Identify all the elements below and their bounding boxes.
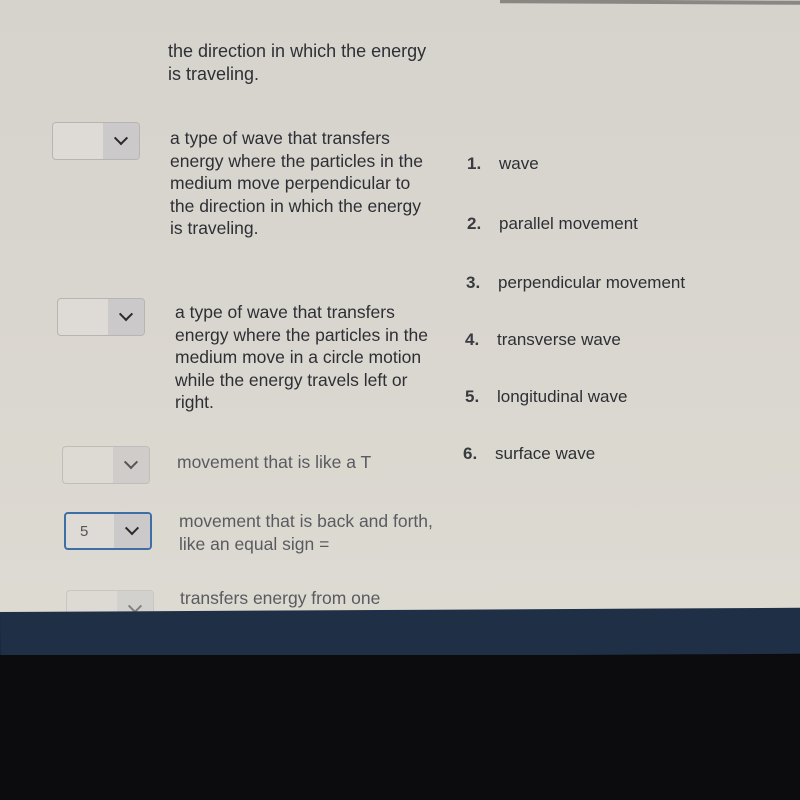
option-item: 3. perpendicular movement [466, 273, 686, 292]
match-select-4[interactable]: 5 [64, 512, 152, 550]
chevron-down-icon [123, 455, 139, 470]
option-item: 5. longitudinal wave [465, 387, 628, 406]
screen-edge [499, 0, 800, 5]
description-4: movement that is back and forth, like an… [179, 511, 433, 554]
chevron-down-icon [113, 131, 129, 146]
previous-description-fragment: the direction in which the energy is tra… [168, 41, 427, 84]
chevron-down-icon [124, 521, 140, 536]
select-toggle[interactable] [113, 447, 149, 483]
description-2: a type of wave that transfers energy whe… [175, 302, 428, 412]
screen: the direction in which the energy is tra… [0, 0, 800, 615]
select-toggle[interactable] [103, 123, 139, 159]
description-3: movement that is like a T [177, 452, 372, 472]
option-item: 6. surface wave [463, 444, 596, 463]
match-select-3[interactable] [62, 446, 150, 484]
option-item: 4. transverse wave [465, 330, 621, 349]
monitor-bezel [0, 655, 800, 800]
chevron-down-icon [118, 307, 134, 322]
taskbar [0, 607, 800, 658]
option-item: 1. wave [467, 154, 539, 173]
match-select-2[interactable] [57, 298, 145, 336]
match-select-1[interactable] [52, 122, 140, 160]
select-toggle[interactable] [108, 299, 144, 335]
description-5: transfers energy from one [180, 588, 381, 608]
option-item: 2. parallel movement [467, 214, 638, 233]
select-toggle[interactable] [114, 514, 150, 548]
description-1: a type of wave that transfers energy whe… [170, 128, 423, 238]
select-value: 5 [80, 523, 89, 540]
